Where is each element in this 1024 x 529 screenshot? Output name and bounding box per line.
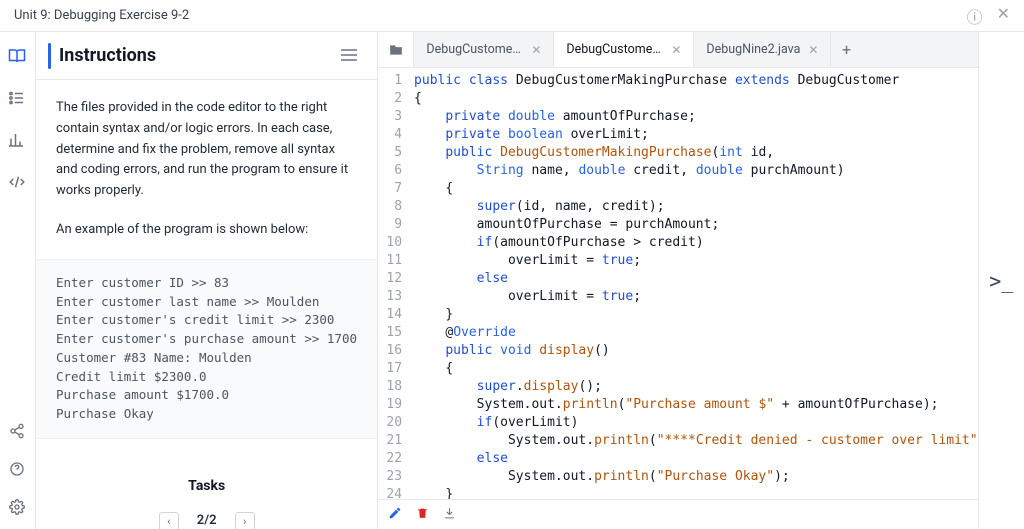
instructions-panel: Instructions The files provided in the c… xyxy=(36,32,378,529)
terminal-toggle-rail: >_ xyxy=(979,32,1024,529)
line-gutter: 1234567891011121314151617181920212223242… xyxy=(378,68,410,526)
add-tab-button[interactable]: + xyxy=(831,32,861,67)
page-title: Unit 9: Debugging Exercise 9-2 xyxy=(14,8,189,23)
task-pager: ‹ 2/2 › xyxy=(56,511,357,529)
editor-tab[interactable]: DebugNine2.java ✕ xyxy=(694,32,831,67)
code-content[interactable]: public class DebugCustomerMakingPurchase… xyxy=(410,68,978,526)
close-icon[interactable]: ✕ xyxy=(997,4,1010,28)
folder-icon[interactable] xyxy=(378,32,414,67)
prev-task-button[interactable]: ‹ xyxy=(159,512,179,529)
tab-label: DebugCustomerM… xyxy=(566,42,663,57)
instructions-heading: Instructions xyxy=(59,45,156,66)
help-icon[interactable] xyxy=(7,459,27,479)
left-icon-rail xyxy=(0,32,36,529)
tab-label: DebugCustomer.ja… xyxy=(426,42,523,57)
active-indicator xyxy=(48,43,51,69)
settings-icon[interactable] xyxy=(7,497,27,517)
code-area[interactable]: 1234567891011121314151617181920212223242… xyxy=(378,68,977,526)
checklist-icon[interactable] xyxy=(7,88,27,108)
next-task-button[interactable]: › xyxy=(235,512,255,529)
editor-tab[interactable]: DebugCustomerM… ✕ xyxy=(554,32,694,67)
tab-label: DebugNine2.java xyxy=(706,42,800,57)
menu-icon[interactable] xyxy=(341,46,357,65)
tab-close-icon[interactable]: ✕ xyxy=(531,43,541,57)
code-editor: DebugCustomer.ja…✕DebugCustomerM…✕DebugN… xyxy=(378,32,978,529)
download-icon[interactable] xyxy=(443,506,456,524)
code-icon[interactable] xyxy=(7,172,27,192)
chart-icon[interactable] xyxy=(7,130,27,150)
instructions-subtext: An example of the program is shown below… xyxy=(56,220,357,241)
tab-close-icon[interactable]: ✕ xyxy=(808,43,818,57)
delete-icon[interactable] xyxy=(416,506,429,524)
task-page-indicator: 2/2 xyxy=(197,511,217,529)
info-icon[interactable]: ⓘ xyxy=(967,4,983,28)
terminal-icon[interactable]: >_ xyxy=(989,269,1013,293)
title-bar: Unit 9: Debugging Exercise 9-2 ⓘ ✕ xyxy=(0,0,1024,32)
editor-toolbar xyxy=(378,499,977,529)
tasks-heading: Tasks xyxy=(56,461,357,511)
instructions-text: The files provided in the code editor to… xyxy=(56,98,357,202)
example-output: Enter customer ID >> 83 Enter customer l… xyxy=(36,259,377,439)
editor-tabs: DebugCustomer.ja…✕DebugCustomerM…✕DebugN… xyxy=(378,32,977,68)
editor-tab[interactable]: DebugCustomer.ja… ✕ xyxy=(414,32,554,67)
edit-icon[interactable] xyxy=(388,506,402,524)
share-icon[interactable] xyxy=(7,421,27,441)
tab-close-icon[interactable]: ✕ xyxy=(671,43,681,57)
book-icon[interactable] xyxy=(7,46,27,66)
